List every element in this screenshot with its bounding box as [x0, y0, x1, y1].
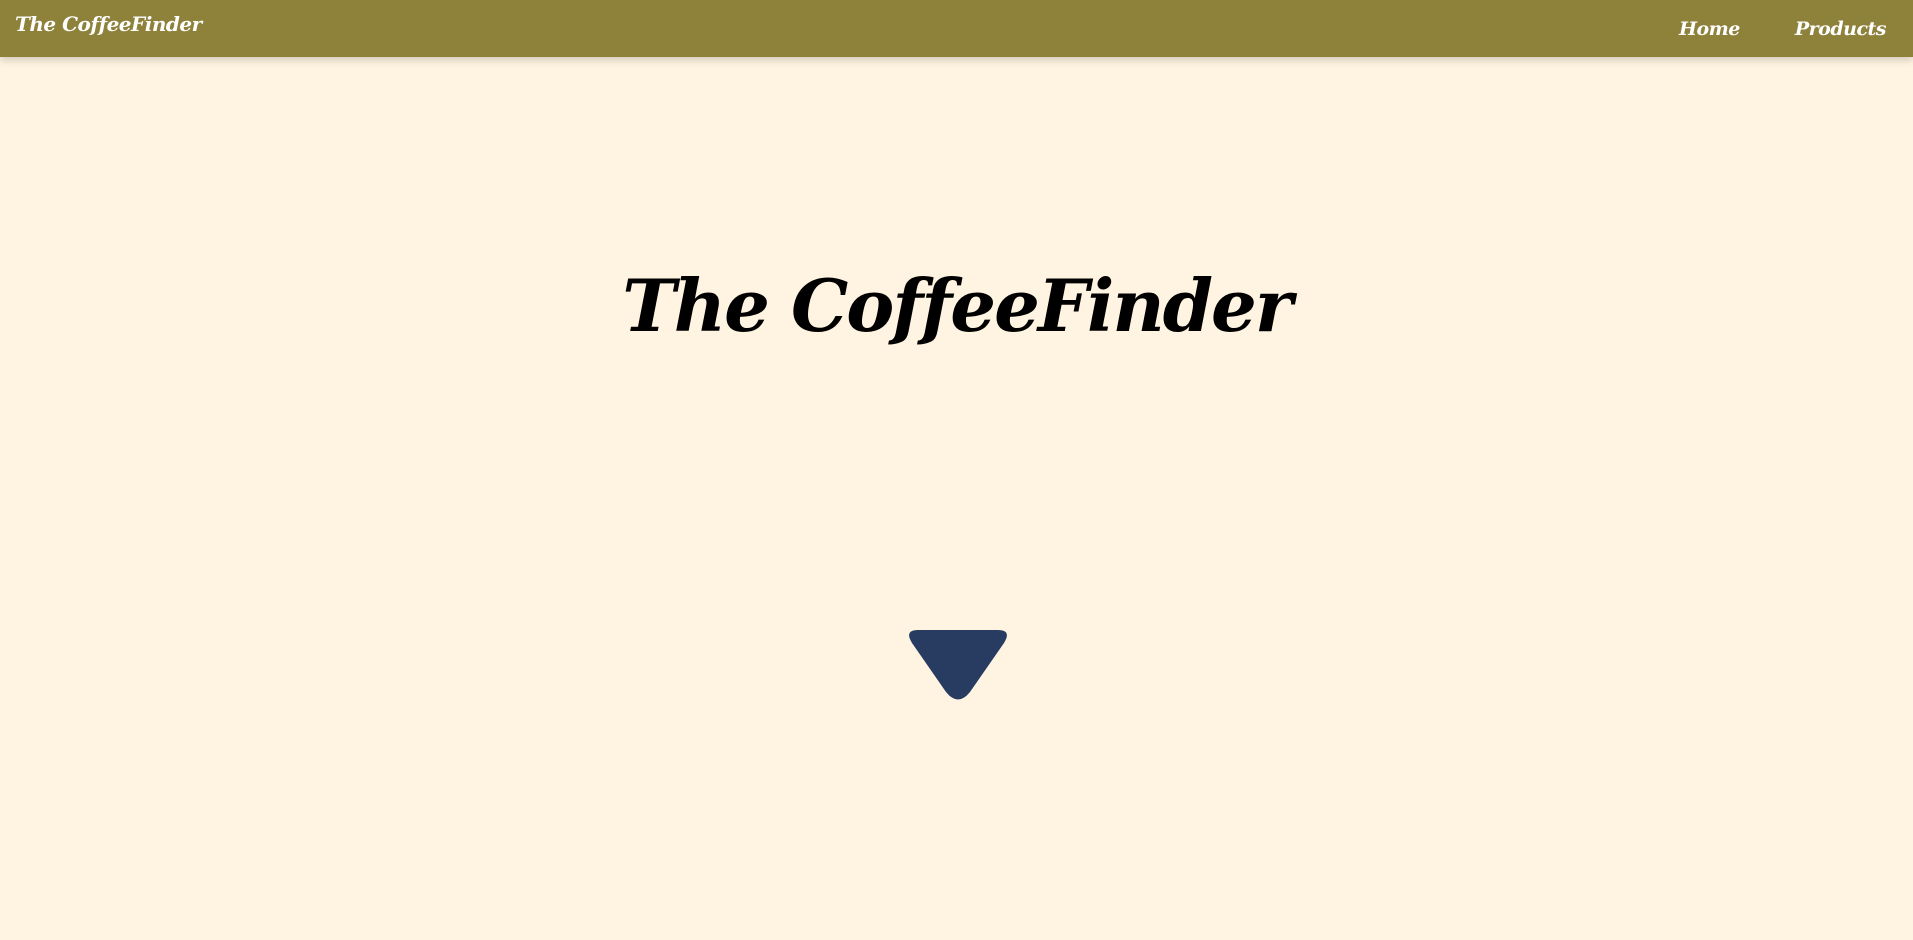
- nav-link-products[interactable]: Products: [1795, 18, 1887, 40]
- nav-link-home[interactable]: Home: [1679, 18, 1740, 40]
- hero-section: The CoffeeFinder: [0, 57, 1913, 940]
- brand-link[interactable]: The CoffeeFinder: [15, 12, 202, 36]
- navbar: The CoffeeFinder Home Products: [0, 0, 1913, 57]
- triangle-down-icon: [909, 630, 1007, 700]
- hero-title: The CoffeeFinder: [622, 263, 1293, 348]
- nav-links: Home Products: [1651, 0, 1913, 57]
- scroll-down-button[interactable]: [898, 627, 1018, 727]
